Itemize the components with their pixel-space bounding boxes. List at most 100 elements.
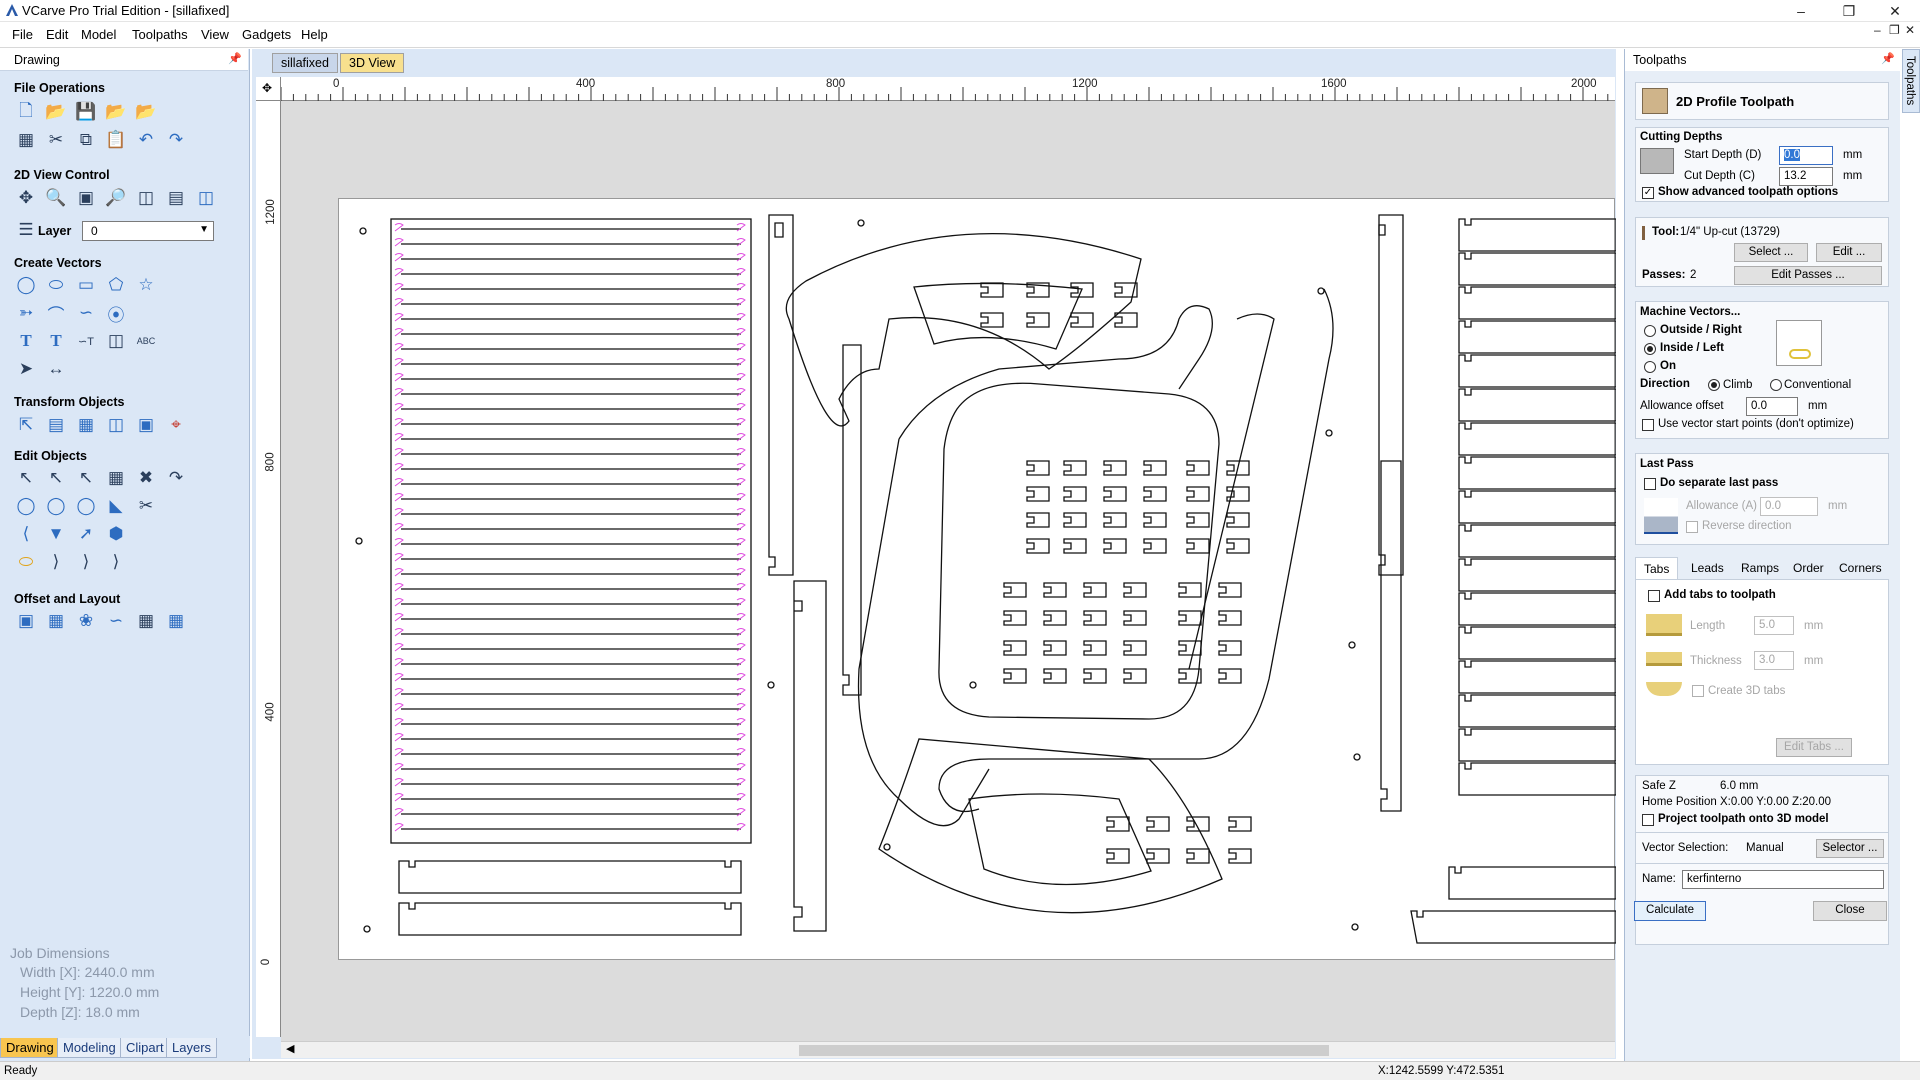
- break-icon[interactable]: ⟩: [44, 550, 68, 574]
- on-radio[interactable]: [1644, 361, 1656, 373]
- circular-array-icon[interactable]: ❀: [74, 609, 98, 633]
- tab-corners[interactable]: Corners: [1831, 557, 1890, 579]
- curve-fit-icon[interactable]: ⟨: [14, 522, 38, 546]
- tab-ramps[interactable]: Ramps: [1733, 557, 1787, 579]
- array-copy-icon[interactable]: ▦: [44, 609, 68, 633]
- save-file-icon[interactable]: 💾: [74, 100, 98, 124]
- smart-join-icon[interactable]: ⬢: [104, 522, 128, 546]
- scrollbar-thumb[interactable]: [799, 1045, 1329, 1056]
- distort-icon[interactable]: ▣: [134, 413, 158, 437]
- tab-leads[interactable]: Leads: [1683, 557, 1732, 579]
- allowance-offset-input[interactable]: 0.0: [1746, 397, 1798, 416]
- doc-tab-sillafixed[interactable]: sillafixed: [272, 53, 338, 73]
- draw-curve-icon[interactable]: ∽: [74, 301, 98, 325]
- measure-icon[interactable]: ↔: [44, 357, 68, 381]
- minimize-icon[interactable]: –: [1778, 0, 1824, 22]
- pin-icon[interactable]: 📌: [1881, 52, 1895, 65]
- intersect-icon[interactable]: ◯: [74, 494, 98, 518]
- draw-polyline-icon[interactable]: ➳: [14, 301, 38, 325]
- zoom-fit-icon[interactable]: ▣: [74, 186, 98, 210]
- scroll-left-icon[interactable]: ◀: [286, 1042, 294, 1055]
- separate-last-pass-checkbox[interactable]: [1644, 478, 1656, 490]
- tab-modeling[interactable]: Modeling: [57, 1038, 122, 1058]
- mdi-close-icon[interactable]: ✕: [1905, 23, 1915, 37]
- layer-dropdown[interactable]: 0 ▼: [82, 221, 214, 241]
- tab-order[interactable]: Order: [1785, 557, 1832, 579]
- inside-left-radio[interactable]: [1644, 343, 1656, 355]
- dimension-icon[interactable]: ➤: [14, 357, 38, 381]
- project-toolpath-checkbox[interactable]: [1642, 814, 1654, 826]
- pin-icon[interactable]: 📌: [228, 52, 242, 65]
- import-vectors-icon[interactable]: 📂: [104, 100, 128, 124]
- subtract-icon[interactable]: ◯: [44, 494, 68, 518]
- tab-thickness-input[interactable]: 3.0: [1754, 651, 1794, 670]
- rail-part-1[interactable]: [768, 214, 794, 576]
- calculate-button[interactable]: Calculate: [1634, 901, 1706, 921]
- trim-scissors-icon[interactable]: ✂: [134, 494, 158, 518]
- cut-icon[interactable]: ✂: [44, 128, 68, 152]
- rail-part-2[interactable]: [842, 344, 862, 696]
- reverse-direction-checkbox[interactable]: [1686, 521, 1698, 533]
- edit-tabs-button[interactable]: Edit Tabs ...: [1776, 738, 1852, 757]
- mdi-minimize-icon[interactable]: –: [1874, 23, 1881, 37]
- undo-icon[interactable]: ↶: [134, 128, 158, 152]
- material-sheet[interactable]: [338, 198, 1616, 961]
- fit-width-icon[interactable]: ◫: [134, 186, 158, 210]
- vector-drawing[interactable]: [339, 199, 1616, 961]
- offset-icon[interactable]: ▣: [14, 609, 38, 633]
- rail-part-5[interactable]: [1380, 460, 1402, 812]
- scale-icon[interactable]: ▦: [74, 413, 98, 437]
- fit-height-icon[interactable]: ▤: [164, 186, 188, 210]
- mdi-restore-icon[interactable]: ❐: [1889, 23, 1900, 37]
- cut-depth-input[interactable]: 13.2: [1779, 167, 1833, 186]
- redo-icon[interactable]: ↷: [164, 128, 188, 152]
- paste-icon[interactable]: 📋: [104, 128, 128, 152]
- ungroup-icon[interactable]: ✖: [134, 466, 158, 490]
- text-spacing-icon[interactable]: ABC: [134, 329, 158, 353]
- draw-arc-icon[interactable]: ⌒: [44, 301, 68, 325]
- mirror-icon[interactable]: ◫: [104, 413, 128, 437]
- draw-star-icon[interactable]: ☆: [134, 273, 158, 297]
- menu-edit[interactable]: Edit: [46, 27, 68, 42]
- nest-parts-icon[interactable]: ▦: [164, 609, 188, 633]
- bar-part-1[interactable]: [398, 860, 742, 894]
- pan-icon[interactable]: ✥: [14, 186, 38, 210]
- menu-toolpaths[interactable]: Toolpaths: [132, 27, 188, 42]
- set-origin-icon[interactable]: ⌖: [164, 413, 188, 437]
- seat-top-arc[interactable]: [785, 232, 1142, 427]
- seat-top-trapezoid[interactable]: [913, 282, 1083, 350]
- menu-model[interactable]: Model: [81, 27, 116, 42]
- close-window-icon[interactable]: ✕: [1872, 0, 1918, 22]
- draw-polygon-icon[interactable]: ⬠: [104, 273, 128, 297]
- select-icon[interactable]: ↖: [14, 466, 38, 490]
- seat-bottom-arc[interactable]: [878, 738, 1223, 914]
- auto-layout-text-icon[interactable]: T: [44, 329, 68, 353]
- bar-part-2[interactable]: [398, 902, 742, 936]
- zoom-selection-icon[interactable]: 🔎: [104, 186, 128, 210]
- view-3d-icon[interactable]: ◫: [194, 186, 218, 210]
- edit-passes-button[interactable]: Edit Passes ...: [1734, 266, 1882, 285]
- draw-circle-icon[interactable]: ◯: [14, 273, 38, 297]
- draw-text-icon[interactable]: T: [14, 329, 38, 353]
- move-icon[interactable]: ⇱: [14, 413, 38, 437]
- tab-tabs[interactable]: Tabs: [1635, 557, 1679, 579]
- close-vector-icon[interactable]: ⬭: [14, 550, 38, 574]
- nesting-icon[interactable]: ▦: [134, 609, 158, 633]
- rail-part-3[interactable]: [793, 580, 827, 932]
- import-bitmap-icon[interactable]: 📂: [134, 100, 158, 124]
- menu-view[interactable]: View: [201, 27, 229, 42]
- menu-gadgets[interactable]: Gadgets: [242, 27, 291, 42]
- toolpaths-side-tab[interactable]: Toolpaths: [1902, 49, 1920, 113]
- rail-part-4[interactable]: [1378, 214, 1404, 576]
- extend-icon[interactable]: ➚: [74, 522, 98, 546]
- new-file-icon[interactable]: 🗋: [14, 100, 38, 124]
- interactive-trim-icon[interactable]: ↖: [74, 466, 98, 490]
- weld-icon[interactable]: ◯: [14, 494, 38, 518]
- seat-bottom-trapezoid[interactable]: [968, 793, 1152, 886]
- align-icon[interactable]: ▤: [44, 413, 68, 437]
- add-tabs-checkbox[interactable]: [1648, 590, 1660, 602]
- tab-clipart[interactable]: Clipart: [120, 1038, 170, 1058]
- show-advanced-checkbox[interactable]: ✓: [1642, 187, 1654, 199]
- node-edit-icon[interactable]: ↖: [44, 466, 68, 490]
- draw-ellipse-icon[interactable]: ⬭: [44, 273, 68, 297]
